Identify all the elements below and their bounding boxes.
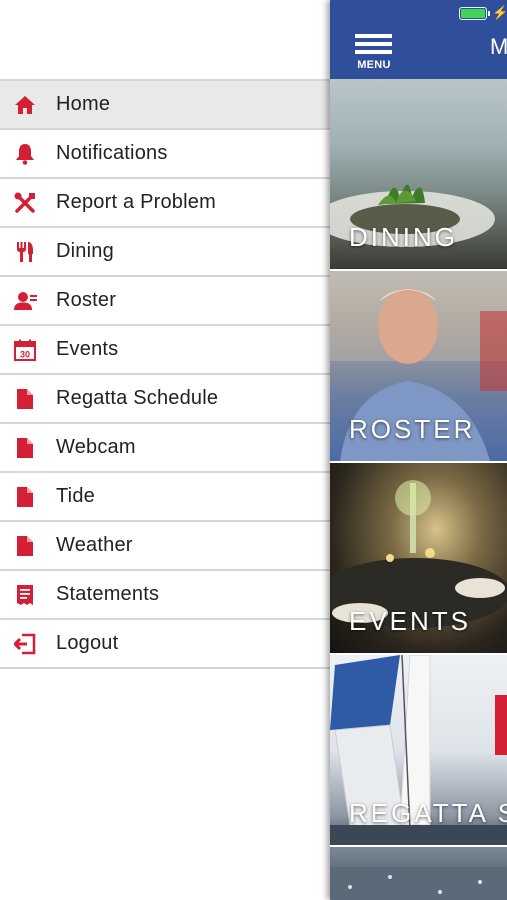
menu-item-label: Dining	[56, 240, 114, 262]
charging-icon: ⚡	[492, 5, 507, 20]
menu-item-home[interactable]: Home	[0, 79, 330, 130]
menu-item-label: Tide	[56, 485, 95, 507]
menu-item-label: Roster	[56, 289, 117, 311]
top-bar: ⚡ MENU M	[330, 0, 507, 79]
menu-item-label: Webcam	[56, 436, 136, 458]
menu-button[interactable]: MENU	[354, 34, 394, 74]
battery-icon	[459, 7, 490, 20]
menu-item-regatta-schedule[interactable]: Regatta Schedule	[0, 375, 330, 424]
document-icon	[0, 522, 50, 569]
menu-item-dining[interactable]: Dining	[0, 228, 330, 277]
calendar-icon: 30	[0, 326, 50, 373]
drawer-menu: Home Notifications Report a Problem Dini…	[0, 79, 330, 669]
user-icon	[0, 277, 50, 324]
harbor-photo	[330, 867, 507, 900]
menu-item-label: Logout	[56, 632, 119, 654]
menu-item-label: Events	[56, 338, 119, 360]
tile-dining[interactable]: DINING	[330, 79, 507, 269]
menu-item-events[interactable]: 30 Events	[0, 326, 330, 375]
tile-label: EVENTS	[349, 606, 472, 636]
logout-icon	[0, 620, 50, 667]
statement-icon	[0, 571, 50, 618]
menu-item-label: Home	[56, 93, 111, 115]
menu-item-label: Notifications	[56, 142, 168, 164]
document-icon	[0, 424, 50, 471]
tools-icon	[0, 179, 50, 226]
menu-item-tide[interactable]: Tide	[0, 473, 330, 522]
calendar-day-text: 30	[20, 349, 30, 359]
page-title: M	[490, 34, 507, 59]
tile-roster[interactable]: ROSTER	[330, 271, 507, 461]
tile-label: ROSTER	[349, 414, 476, 444]
navigation-drawer: Home Notifications Report a Problem Dini…	[0, 0, 330, 900]
menu-item-label: Statements	[56, 583, 160, 605]
document-icon	[0, 375, 50, 422]
menu-item-weather[interactable]: Weather	[0, 522, 330, 571]
tile-label: DINING	[349, 222, 458, 252]
cutlery-icon	[0, 228, 50, 275]
menu-item-statements[interactable]: Statements	[0, 571, 330, 620]
menu-item-webcam[interactable]: Webcam	[0, 424, 330, 473]
menu-item-report-a-problem[interactable]: Report a Problem	[0, 179, 330, 228]
menu-item-logout[interactable]: Logout	[0, 620, 330, 669]
tile-events[interactable]: EVENTS	[330, 463, 507, 653]
home-icon	[0, 81, 50, 128]
tile-next[interactable]	[330, 847, 507, 900]
tile-regatta[interactable]: REGATTA S	[330, 655, 507, 845]
document-icon	[0, 473, 50, 520]
bell-icon	[0, 130, 50, 177]
menu-item-label: Report a Problem	[56, 191, 216, 213]
menu-item-roster[interactable]: Roster	[0, 277, 330, 326]
menu-item-label: Weather	[56, 534, 133, 556]
menu-button-label: MENU	[357, 59, 391, 71]
tile-label: REGATTA S	[349, 798, 507, 828]
main-content: ⚡ MENU M DINING ROSTER EVENTS REGATTA S	[330, 0, 507, 900]
menu-item-label: Regatta Schedule	[56, 387, 219, 409]
menu-item-notifications[interactable]: Notifications	[0, 130, 330, 179]
